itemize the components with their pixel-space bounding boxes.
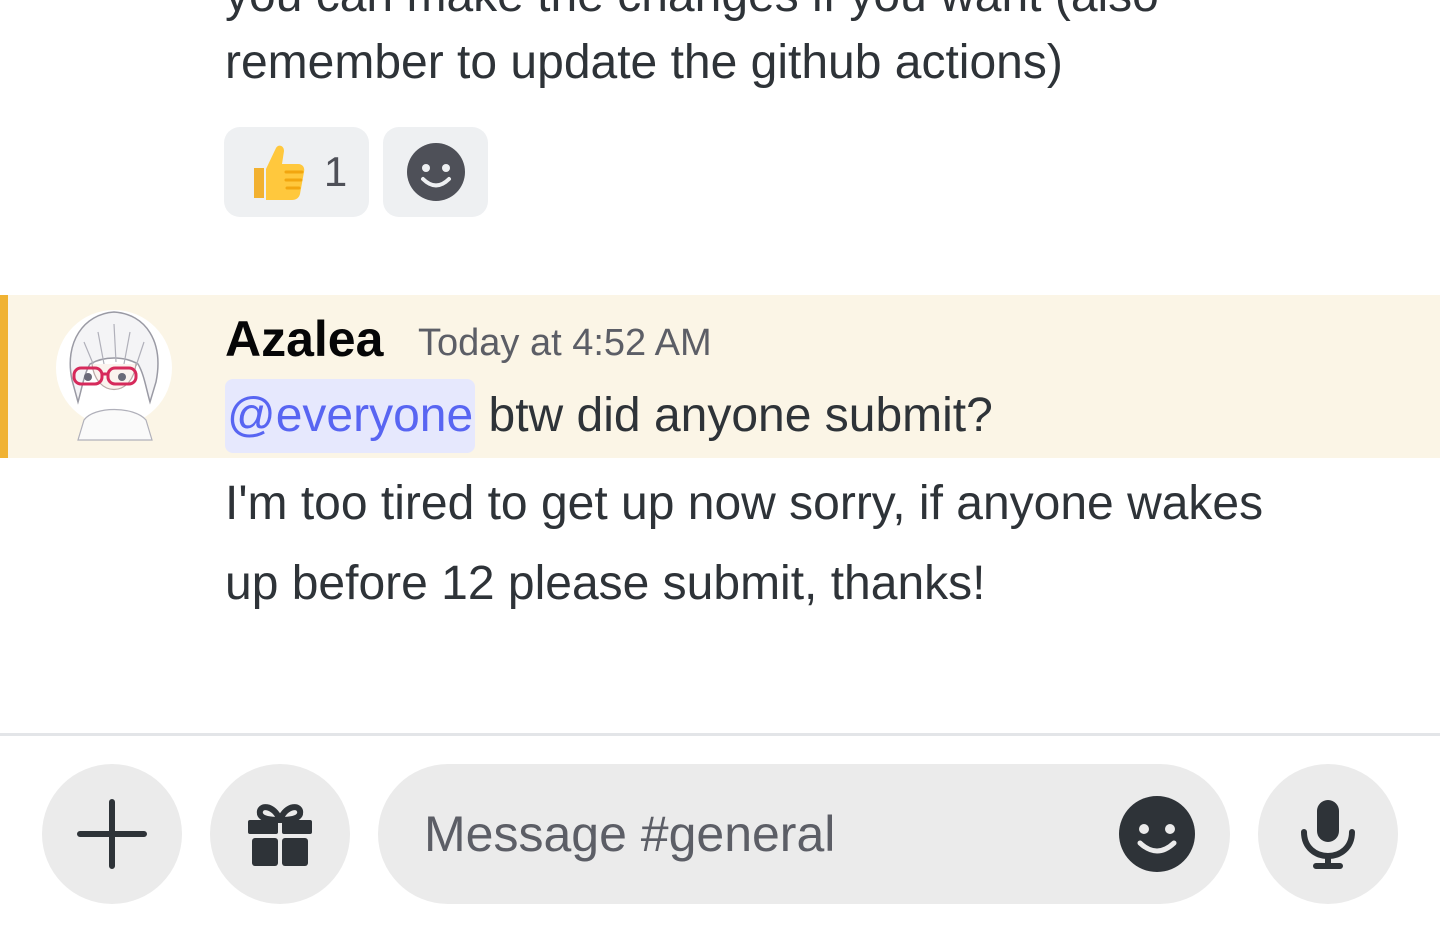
mention-highlight-bar [0, 295, 8, 458]
reaction-thumbs-up[interactable]: 1 [224, 127, 369, 217]
gift-button[interactable] [210, 764, 350, 904]
previous-message-line: remember to update the github actions) [225, 36, 1063, 89]
message-line: @everyone btw did anyone submit? [225, 376, 993, 456]
add-reaction-button[interactable] [383, 127, 488, 217]
reaction-bar: 1 [224, 127, 488, 217]
avatar[interactable] [54, 302, 174, 442]
composer-divider [0, 733, 1440, 736]
message-line: up before 12 please submit, thanks! [225, 557, 986, 610]
emoji-icon[interactable] [1118, 795, 1196, 873]
everyone-mention[interactable]: @everyone [225, 379, 476, 453]
gift-icon [248, 804, 312, 866]
microphone-icon [1301, 800, 1355, 869]
thumbs-up-icon [253, 145, 305, 200]
message-author[interactable]: Azalea [225, 310, 383, 368]
chat-view: you can make the changes if you want (al… [0, 0, 1440, 932]
voice-button[interactable] [1258, 764, 1398, 904]
message-line: I'm too tired to get up now sorry, if an… [225, 477, 1264, 530]
message-text: btw did anyone submit? [475, 389, 993, 442]
message-composer [378, 764, 1230, 904]
message-input[interactable] [424, 794, 1104, 874]
plus-icon [77, 799, 147, 869]
message-timestamp: Today at 4:52 AM [418, 322, 712, 364]
attach-button[interactable] [42, 764, 182, 904]
emoji-icon [406, 143, 465, 201]
reaction-count: 1 [323, 148, 348, 195]
